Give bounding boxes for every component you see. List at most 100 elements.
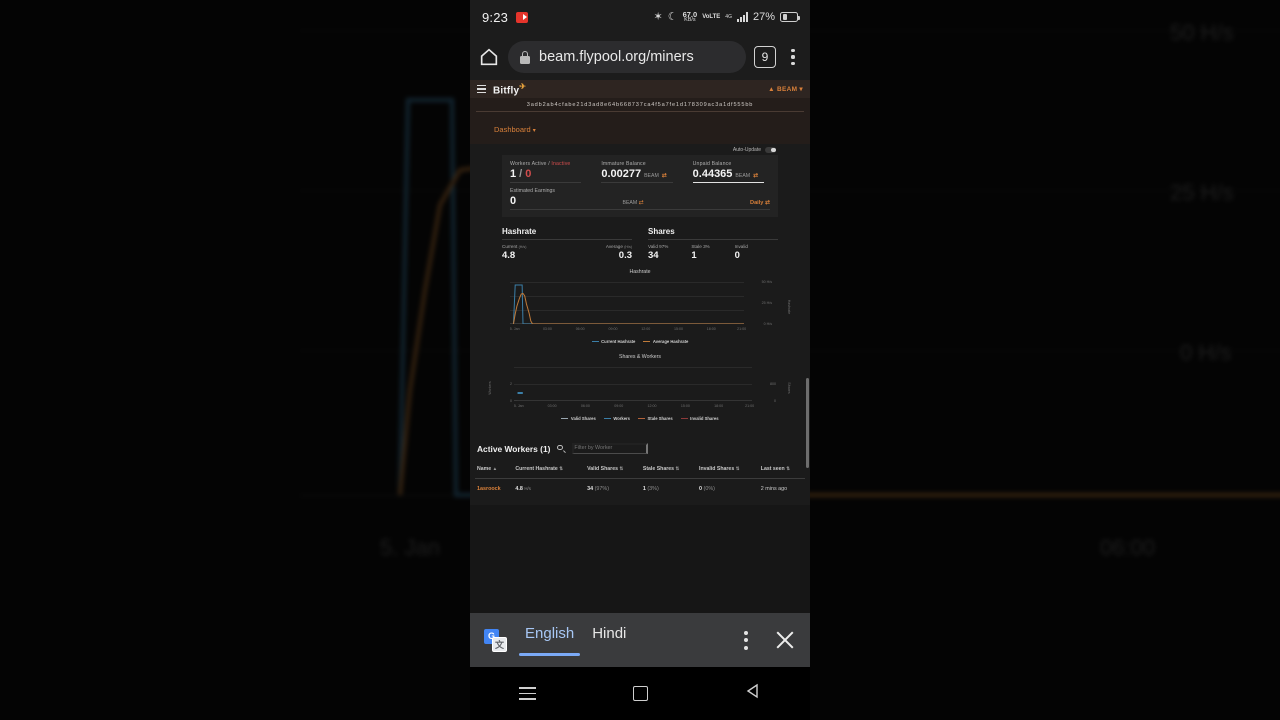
kebab-menu-icon[interactable] bbox=[784, 49, 802, 65]
shares-ytick-1: 0 bbox=[774, 399, 776, 403]
shares-workers-plot-area bbox=[514, 365, 752, 401]
legend-label: Current Hashrate bbox=[601, 339, 636, 344]
stat-estimated-earnings: Estimated Earnings 0 BEAM ⇄ Daily ⇄ bbox=[510, 188, 770, 210]
dashboard-label: Dashboard bbox=[494, 125, 531, 134]
close-icon[interactable] bbox=[774, 629, 796, 651]
home-icon[interactable] bbox=[478, 46, 500, 68]
tab-count-button[interactable]: 9 bbox=[754, 46, 776, 68]
workers-active-label: Workers Active bbox=[510, 161, 547, 167]
coin-selector-label: BEAM bbox=[776, 86, 798, 93]
hashrate-shares-summary: Hashrate Current (H/s) 4.8 Average (H/s)… bbox=[502, 227, 778, 261]
swap-icon: ⇄ bbox=[764, 200, 770, 206]
translate-bar: G 文 English Hindi bbox=[470, 613, 810, 667]
translate-icon-secondary: 文 bbox=[492, 636, 507, 652]
sw-xtick-5: 15:00 bbox=[680, 404, 690, 408]
legend-item-valid-shares[interactable]: Valid Shares bbox=[561, 416, 596, 421]
workers-label-sep: / bbox=[548, 161, 550, 167]
cell-valid-shares: 34 (97%) bbox=[585, 479, 641, 500]
shares-workers-chart[interactable]: 2 0 Workers 800 0 Shares 5. Jan 03:00 06… bbox=[488, 363, 792, 413]
cell-current-hashrate: 4.8 H/s bbox=[513, 479, 585, 500]
average-hashrate-label: Average (H/s) bbox=[567, 244, 632, 249]
earnings-period-group[interactable]: Daily ⇄ bbox=[750, 199, 770, 206]
recents-icon[interactable] bbox=[518, 687, 536, 700]
invalid-shares-value: 0 bbox=[734, 250, 740, 261]
hashrate-summary: Hashrate Current (H/s) 4.8 Average (H/s)… bbox=[502, 227, 632, 261]
legend-item-current-hashrate[interactable]: Current Hashrate bbox=[591, 339, 636, 344]
active-workers-section: Active Workers (1) Name▲ Current Hashrat… bbox=[470, 443, 810, 499]
cell-last-seen: 2 mins ago bbox=[760, 486, 788, 492]
col-current-hashrate[interactable]: Current Hashrate ⇅ bbox=[513, 460, 586, 479]
back-triangle-icon[interactable] bbox=[745, 683, 761, 704]
network-speed-indicator: 67.0 KB/s bbox=[683, 10, 698, 24]
metric-stale-shares: Stale 3% 1 bbox=[691, 244, 734, 261]
col-name-label: Name bbox=[477, 466, 492, 472]
legend-item-invalid-shares[interactable]: Invalid Shares bbox=[680, 416, 719, 421]
search-icon[interactable] bbox=[557, 444, 566, 453]
home-square-icon[interactable] bbox=[632, 686, 648, 701]
legend-label: Average Hashrate bbox=[652, 339, 689, 344]
sort-icon: ▲ bbox=[492, 466, 498, 471]
legend-swatch bbox=[603, 417, 611, 420]
hashrate-metrics: Current (H/s) 4.8 Average (H/s) 0.3 bbox=[502, 244, 632, 261]
stale-shares-label: Stale 3% bbox=[691, 244, 710, 249]
stat-workers: Workers Active / Inactive 1 / 0 bbox=[510, 161, 587, 183]
signal-bars-icon bbox=[736, 12, 748, 22]
table-header-row: Name ▲ Current Hashrate ⇅ Valid Shares ⇅ St… bbox=[475, 460, 805, 479]
wallet-address[interactable]: 3adb2ab4cfabe21d3ad8e64b668737ca4f5a7fe1… bbox=[476, 102, 804, 112]
hashrate-legend: Current Hashrate Average Hashrate bbox=[488, 339, 792, 344]
filter-by-worker-input[interactable] bbox=[572, 443, 649, 454]
current-label-text: Current bbox=[502, 244, 518, 249]
workers-inactive-value: 0 bbox=[525, 168, 532, 180]
stale-shares-value: 1 bbox=[691, 250, 697, 261]
hashrate-xtick-7: 21:00 bbox=[737, 327, 747, 331]
hashrate-ytick-2: 0 H/s bbox=[763, 322, 772, 326]
legend-label: Invalid Shares bbox=[690, 416, 719, 421]
hashrate-xtick-1: 03:00 bbox=[542, 327, 552, 331]
legend-item-stale-shares[interactable]: Stale Shares bbox=[638, 416, 673, 421]
hashrate-chart[interactable]: 50 H/s 25 H/s 0 H/s Hashrate 5. Jan 03:0… bbox=[488, 278, 792, 336]
col-last-seen[interactable]: Last seen ⇅ bbox=[758, 460, 805, 479]
col-name[interactable]: Name ▲ bbox=[475, 460, 514, 479]
net-speed-unit: KB/s bbox=[684, 17, 696, 23]
page-scrollbar[interactable] bbox=[806, 378, 809, 468]
legend-item-workers[interactable]: Workers bbox=[603, 416, 630, 421]
sort-icon: ⇅ bbox=[675, 466, 680, 471]
sw-xtick-6: 18:00 bbox=[714, 404, 724, 408]
legend-item-average-hashrate[interactable]: Average Hashrate bbox=[643, 339, 688, 344]
hashrate-xtick-3: 09:00 bbox=[608, 327, 618, 331]
swap-icon[interactable]: ⇄ bbox=[753, 172, 758, 179]
col-invalid-shares[interactable]: Invalid Shares ⇅ bbox=[697, 460, 759, 479]
metric-average-hashrate: Average (H/s) 0.3 bbox=[567, 244, 632, 261]
col-valid-shares[interactable]: Valid Shares ⇅ bbox=[585, 460, 641, 479]
hashrate-x-ticks: 5. Jan 03:00 06:00 09:00 12:00 15:00 18:… bbox=[510, 325, 747, 335]
workers-y-axis-title: Workers bbox=[488, 381, 492, 395]
auto-update-toggle[interactable] bbox=[765, 147, 776, 153]
dashboard-dropdown[interactable]: Dashboard ▾ bbox=[494, 125, 536, 134]
hashrate-xtick-2: 06:00 bbox=[575, 327, 585, 331]
coin-selector[interactable]: ▲ BEAM ▾ bbox=[768, 85, 803, 93]
url-bar[interactable]: beam.flypool.org/miners bbox=[508, 41, 746, 73]
table-row[interactable]: 1asroock 4.8 H/s 34 (97%) 1 (3%) 0 (0%) … bbox=[475, 479, 805, 500]
hashrate-xtick-5: 15:00 bbox=[673, 327, 683, 331]
cell-valid-pct: (97%) bbox=[594, 486, 609, 492]
cell-invalid-pct: (0%) bbox=[703, 486, 715, 492]
swap-icon[interactable]: ⇄ bbox=[639, 200, 644, 206]
sw-xtick-3: 09:00 bbox=[614, 404, 624, 408]
battery-percent: 27% bbox=[752, 11, 775, 23]
sort-icon: ⇅ bbox=[619, 466, 624, 471]
screenshot-root: 4.8 50 H/s 25 H/s 0 H/s Hashrate 5. Jan … bbox=[0, 0, 1280, 720]
auto-update-label: Auto-Update bbox=[732, 147, 761, 153]
tab-source-language[interactable]: English bbox=[518, 625, 581, 656]
cell-worker-name[interactable]: 1asroock bbox=[475, 479, 513, 500]
hamburger-icon[interactable] bbox=[477, 85, 486, 93]
cell-hashrate-unit: H/s bbox=[524, 486, 531, 491]
tab-target-language[interactable]: Hindi bbox=[592, 625, 626, 656]
legend-label: Valid Shares bbox=[570, 416, 596, 421]
unpaid-unit: BEAM bbox=[735, 173, 751, 179]
swap-icon[interactable]: ⇄ bbox=[662, 172, 667, 179]
brand-logo[interactable]: Bitfly✈ bbox=[493, 82, 526, 96]
col-stale-shares[interactable]: Stale Shares ⇅ bbox=[640, 460, 698, 479]
phone-viewport: 9:23 ✶ ☾ 67.0 KB/s VoLTE 4G 27% beam.fly… bbox=[470, 0, 810, 720]
kebab-menu-icon[interactable] bbox=[744, 630, 748, 650]
invalid-shares-label: Invalid bbox=[734, 244, 748, 249]
